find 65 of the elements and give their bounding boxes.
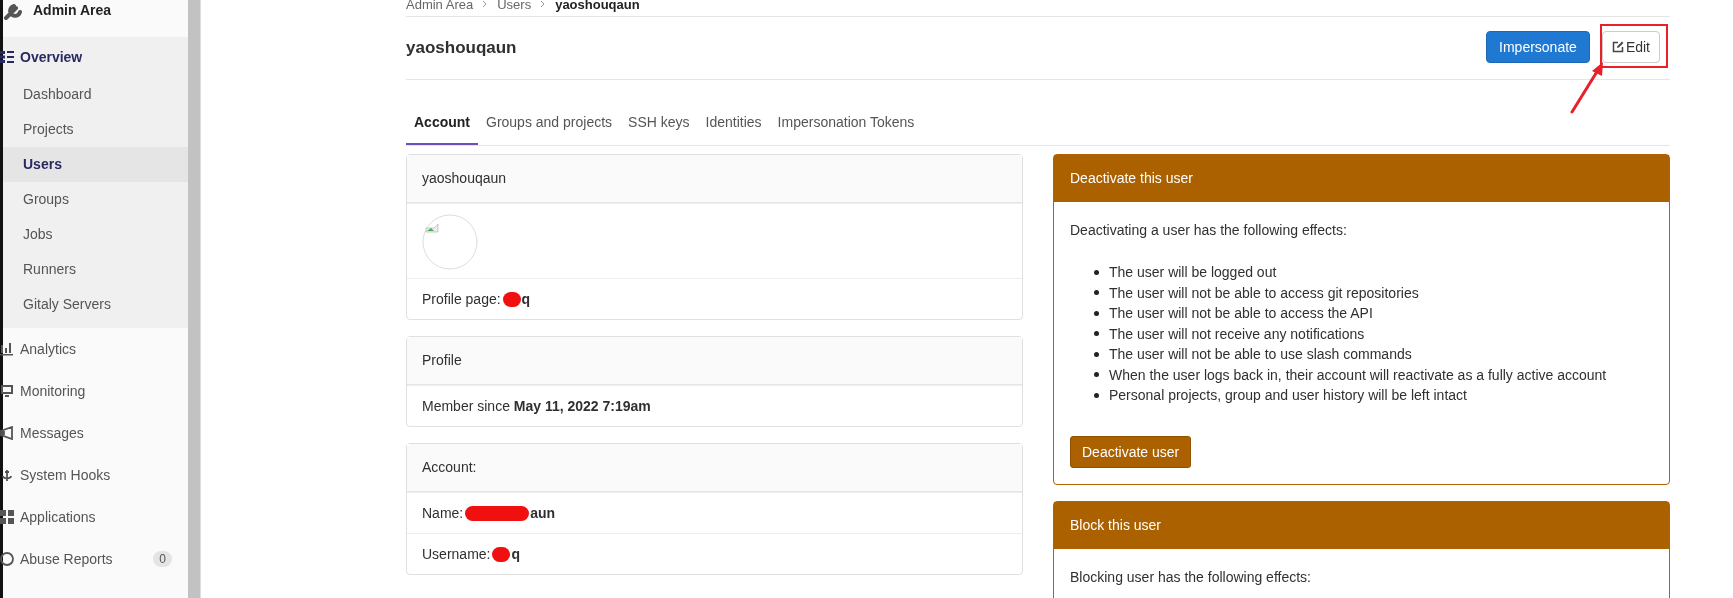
effect-item: The user will not be able to access the API xyxy=(1109,304,1373,323)
sidebar-item[interactable]: Messages xyxy=(3,412,188,454)
card-header: Profile xyxy=(407,337,1022,385)
edit-icon xyxy=(1611,41,1624,53)
bullet-icon xyxy=(1094,331,1099,337)
breadcrumb-link[interactable]: Users xyxy=(497,0,532,12)
sidebar-item[interactable]: Overview xyxy=(3,37,188,77)
bullet-icon xyxy=(1094,269,1099,275)
field-value: aun xyxy=(530,505,556,521)
anchor-icon xyxy=(0,468,14,482)
effect-item: The user will not be able to access git repositories xyxy=(1109,283,1419,303)
member-since-text: Member since May 11, 2022 7:19am xyxy=(422,398,651,414)
monitor-icon xyxy=(0,384,14,398)
bullet-icon xyxy=(1094,372,1099,378)
tab[interactable]: Identities xyxy=(697,102,770,145)
tab[interactable]: Account xyxy=(406,102,478,145)
sidebar-item[interactable]: Dashboard xyxy=(3,77,188,112)
sidebar-item[interactable]: Runners xyxy=(3,252,188,287)
effect-item: The user will be logged out xyxy=(1109,263,1277,282)
card-text: Blocking user has the following effects: xyxy=(1070,568,1312,585)
sidebar-item[interactable]: Groups xyxy=(3,182,188,217)
card-header: yaoshouqaun xyxy=(407,155,1022,203)
list-icon xyxy=(0,50,14,64)
effect-item: When the user logs back in, their account will reactivate as a fully active account xyxy=(1109,365,1607,385)
impersonate-button[interactable]: Impersonate xyxy=(1486,31,1590,63)
tab[interactable]: Groups and projects xyxy=(478,102,621,145)
card-header: Block this user xyxy=(1054,501,1669,549)
field-value: q xyxy=(511,546,521,562)
card-header: Account: xyxy=(407,444,1022,492)
sidebar-item[interactable]: Projects xyxy=(3,112,188,147)
sidebar-item[interactable]: Jobs xyxy=(3,217,188,252)
card-text: Deactivating a user has the following effects: xyxy=(1070,222,1348,238)
breadcrumb-link[interactable]: Admin Area xyxy=(406,0,474,12)
breadcrumb-link[interactable]: yaoshouqaun xyxy=(555,0,640,12)
page-title: yaoshouqaun xyxy=(406,38,517,58)
field-label: Name: xyxy=(422,505,464,521)
sidebar-item[interactable]: System Hooks xyxy=(3,454,188,496)
deactivate-button[interactable]: Deactivate user xyxy=(1070,435,1192,468)
effect-item: Personal projects, group and user history will be left intact xyxy=(1109,386,1467,405)
sidebar-item[interactable]: Analytics xyxy=(3,328,188,370)
bullet-icon xyxy=(1094,351,1099,357)
field-label: Username: xyxy=(422,546,491,562)
field-value: q xyxy=(521,291,531,307)
megaphone-icon xyxy=(0,426,14,440)
count-badge: 0 xyxy=(153,551,172,567)
effect-item: The user will not be able to use slash commands xyxy=(1109,345,1412,364)
avatar-placeholder-icon xyxy=(422,214,478,270)
sidebar-title: Admin Area xyxy=(33,1,112,18)
sidebar-item[interactable]: Abuse Reports 0 xyxy=(3,538,188,580)
sidebar-item[interactable]: Monitoring xyxy=(3,370,188,412)
bullet-icon xyxy=(1094,290,1099,296)
bar-chart-icon xyxy=(0,342,14,356)
card-header: Deactivate this user xyxy=(1054,155,1669,202)
sidebar-item[interactable]: Applications xyxy=(3,496,188,538)
field-label: Profile page: xyxy=(422,291,501,307)
bullet-icon xyxy=(1094,310,1099,316)
bullet-icon xyxy=(1094,392,1099,398)
sidebar-item[interactable]: Users xyxy=(3,147,188,182)
sidebar-item[interactable]: Gitaly Servers xyxy=(3,287,188,322)
scrollbar[interactable] xyxy=(188,0,201,598)
tab[interactable]: Impersonation Tokens xyxy=(769,102,923,145)
effect-item: The user will not receive any notifications xyxy=(1109,324,1365,344)
edit-button[interactable]: Edit xyxy=(1601,31,1660,63)
grid-icon xyxy=(0,510,14,524)
tab[interactable]: SSH keys xyxy=(620,102,698,145)
